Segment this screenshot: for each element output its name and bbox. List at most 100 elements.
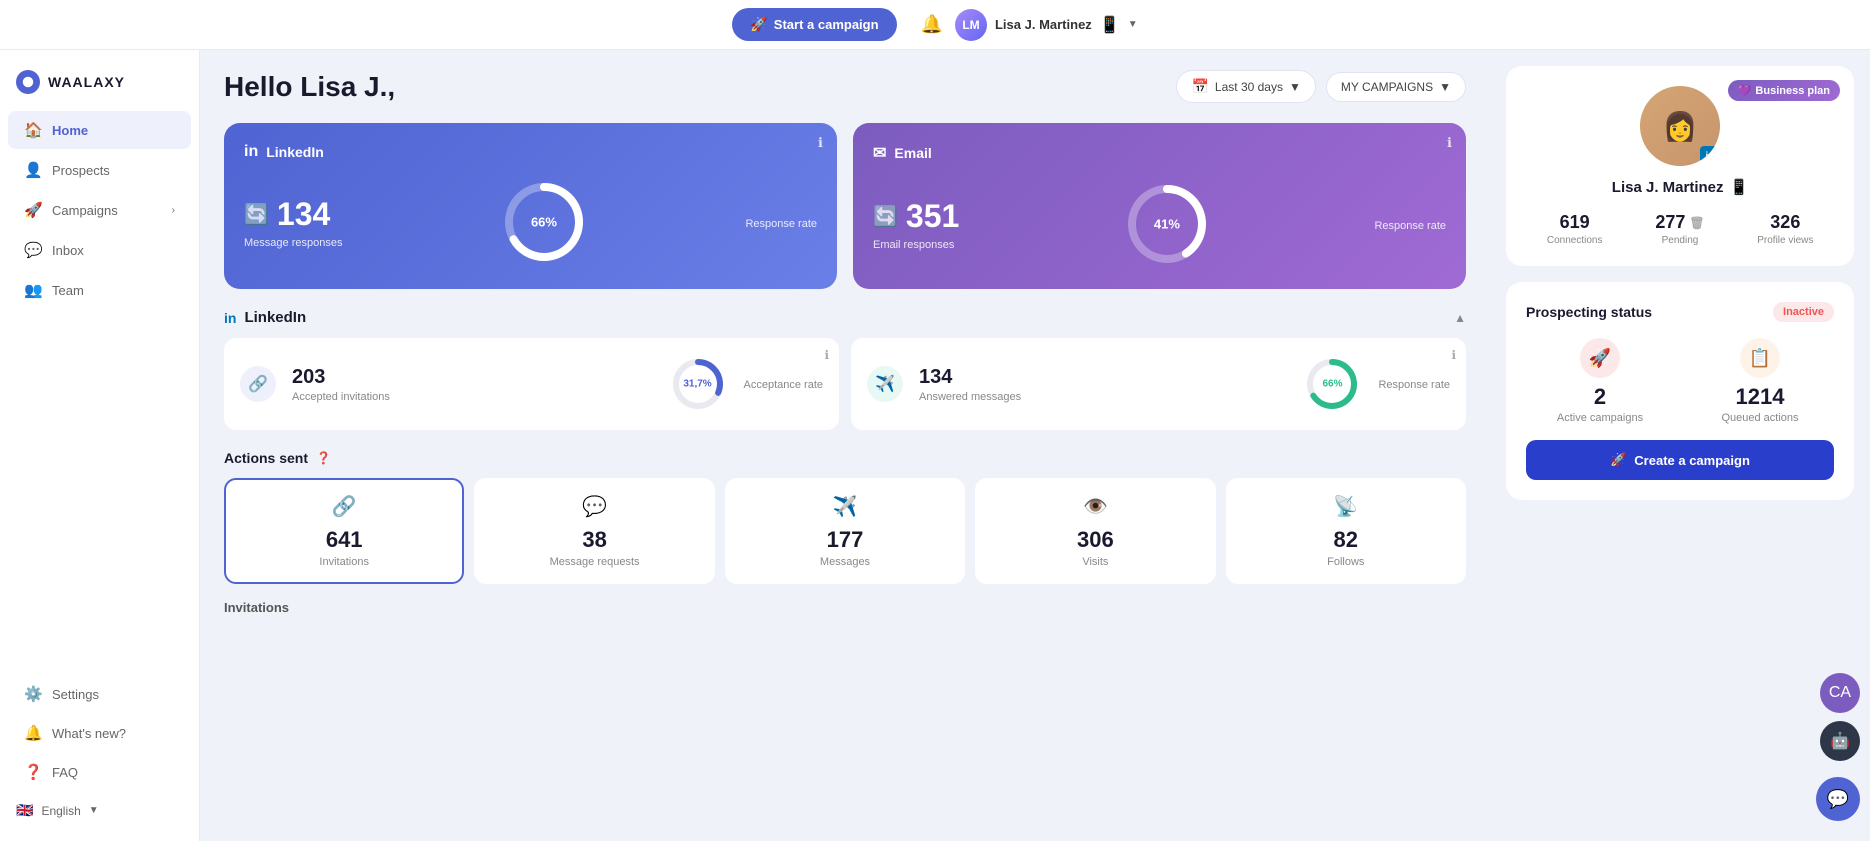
mini-stat: 203 Accepted invitations [292, 366, 390, 403]
float-btn-2[interactable]: 🤖 [1820, 721, 1860, 761]
card-stat: 🔄 134 Message responses [244, 196, 342, 249]
card-stat: 🔄 351 Email responses [873, 198, 959, 251]
settings-icon: ⚙️ [24, 685, 42, 703]
business-plan-label: Business plan [1755, 85, 1830, 97]
logo-icon [16, 70, 40, 94]
bell-icon[interactable]: 🔔 [921, 14, 943, 35]
linkedin-logo: in [224, 310, 236, 326]
bell-sidebar-icon: 🔔 [24, 724, 42, 742]
link-icon: 🔗 [240, 366, 276, 402]
info-icon[interactable]: ℹ [818, 135, 823, 151]
prospecting-card: Prospecting status Inactive 🚀 2 Active c… [1506, 282, 1854, 500]
action-card-invitations[interactable]: 🔗 641 Invitations [224, 478, 464, 584]
mini-stat-value: 203 [292, 366, 390, 389]
start-campaign-button[interactable]: 🚀 Start a campaign [732, 8, 896, 41]
pending-value: 277 🗑 [1631, 212, 1728, 233]
date-filter-dropdown[interactable]: 📅 Last 30 days ▼ [1176, 70, 1315, 103]
mini-stat-value: 134 [919, 366, 1021, 389]
mini-stat-rate: Response rate [1378, 377, 1450, 391]
prospecting-title: Prospecting status [1526, 304, 1652, 320]
trash-icon: 🗑 [1689, 216, 1704, 230]
action-card-follows[interactable]: 📡 82 Follows [1226, 478, 1466, 584]
info-icon[interactable]: ℹ [824, 348, 829, 362]
status-badge: Inactive [1773, 302, 1834, 322]
phone-icon: 📱 [1730, 178, 1749, 196]
avatar: 👩 in [1640, 86, 1720, 166]
page-title: Hello Lisa J., [224, 71, 395, 103]
card-body: 🔄 351 Email responses 41% Response r [873, 179, 1446, 269]
sidebar-item-settings[interactable]: ⚙️ Settings [8, 675, 191, 713]
active-campaigns-label: Active campaigns [1526, 412, 1674, 424]
sidebar-item-label: Inbox [52, 243, 84, 258]
language-selector[interactable]: 🇬🇧 English ▼ [0, 792, 199, 829]
queued-actions-stat: 📋 1214 Queued actions [1686, 338, 1834, 424]
invitations-card: ℹ 🔗 203 Accepted invitations 31,7% Accep… [224, 338, 839, 430]
sidebar-item-campaigns[interactable]: 🚀 Campaigns › [8, 191, 191, 229]
sidebar-item-label: Team [52, 283, 84, 298]
user-info[interactable]: LM Lisa J. Martinez 📱 ▼ [955, 9, 1138, 41]
sidebar-item-home[interactable]: 🏠 Home [8, 111, 191, 149]
action-card-value: 306 [987, 527, 1203, 553]
chevron-down-icon: ▼ [1439, 80, 1451, 94]
card-body: 🔄 134 Message responses 66% Response [244, 177, 817, 267]
sidebar-item-label: Campaigns [52, 203, 118, 218]
action-card-label: Message requests [486, 556, 702, 568]
messages-card: ℹ ✈️ 134 Answered messages 66% Response … [851, 338, 1466, 430]
connections-label: Connections [1526, 235, 1623, 246]
sidebar-item-team[interactable]: 👥 Team [8, 271, 191, 309]
info-icon[interactable]: ℹ [1447, 135, 1452, 151]
action-card-message-requests[interactable]: 💬 38 Message requests [474, 478, 714, 584]
sidebar-bottom: ⚙️ Settings 🔔 What's new? ❓ FAQ 🇬🇧 Engli… [0, 674, 199, 829]
action-card-label: Visits [987, 556, 1203, 568]
sidebar-item-prospects[interactable]: 👤 Prospects [8, 151, 191, 189]
sidebar-item-label: What's new? [52, 726, 126, 741]
chat-button[interactable]: 💬 [1816, 777, 1860, 821]
info-icon[interactable]: ℹ [1451, 348, 1456, 362]
action-card-visits[interactable]: 👁️ 306 Visits [975, 478, 1215, 584]
sidebar-item-label: FAQ [52, 765, 78, 780]
main-content: Hello Lisa J., 📅 Last 30 days ▼ MY CAMPA… [200, 50, 1490, 841]
stat-label: Email responses [873, 239, 959, 251]
invitations-sub-label: Invitations [224, 600, 1466, 615]
response-rate-label: Response rate [1378, 379, 1450, 391]
campaigns-icon: 🚀 [24, 201, 42, 219]
rocket-icon: 🚀 [750, 16, 767, 33]
action-card-messages[interactable]: ✈️ 177 Messages [725, 478, 965, 584]
prospecting-header: Prospecting status Inactive [1526, 302, 1834, 322]
sidebar-item-faq[interactable]: ❓ FAQ [8, 753, 191, 791]
linkedin-section-cards: ℹ 🔗 203 Accepted invitations 31,7% Accep… [224, 338, 1466, 430]
platform-label: Email [894, 145, 931, 161]
card-header: ✉ Email [873, 143, 1446, 163]
follows-icon: 📡 [1238, 494, 1454, 519]
message-requests-icon: 💬 [486, 494, 702, 519]
faq-icon: ❓ [24, 763, 42, 781]
campaign-filter-label: MY CAMPAIGNS [1341, 80, 1433, 94]
chevron-down-icon: ▼ [89, 805, 99, 816]
mini-stat: 134 Answered messages [919, 366, 1021, 403]
campaign-filter-dropdown[interactable]: MY CAMPAIGNS ▼ [1326, 72, 1466, 102]
topbar: 🚀 Start a campaign 🔔 LM Lisa J. Martinez… [0, 0, 1870, 50]
mini-stat-label: Answered messages [919, 391, 1021, 403]
profile-views-value: 326 [1737, 212, 1834, 233]
actions-header: Actions sent ❓ [224, 450, 1466, 466]
actions-section: Actions sent ❓ 🔗 641 Invitations 💬 38 Me… [224, 450, 1466, 615]
float-btn-1[interactable]: CA [1820, 673, 1860, 713]
sidebar-item-label: Settings [52, 687, 99, 702]
card-stat-rate: Response rate [745, 214, 817, 230]
business-plan-badge[interactable]: 💜 Business plan [1728, 80, 1840, 101]
card-header: in LinkedIn [244, 143, 817, 161]
action-card-value: 641 [236, 527, 452, 553]
right-panel: 💜 Business plan 👩 in Lisa J. Martinez 📱 … [1490, 50, 1870, 841]
action-card-label: Follows [1238, 556, 1454, 568]
stat-value: 🔄 134 [244, 196, 342, 233]
layout: WAALAXY 🏠 Home 👤 Prospects 🚀 Campaigns ›… [0, 50, 1870, 841]
sidebar-item-whats-new[interactable]: 🔔 What's new? [8, 714, 191, 752]
flag-icon: 🇬🇧 [16, 802, 33, 819]
action-card-value: 177 [737, 527, 953, 553]
invitations-icon: 🔗 [236, 494, 452, 519]
collapse-arrow-icon[interactable]: ▲ [1454, 311, 1466, 325]
sidebar-item-inbox[interactable]: 💬 Inbox [8, 231, 191, 269]
donut-label: 66% [531, 215, 557, 230]
message-icon: ✈️ [867, 366, 903, 402]
create-campaign-button[interactable]: 🚀 Create a campaign [1526, 440, 1834, 480]
